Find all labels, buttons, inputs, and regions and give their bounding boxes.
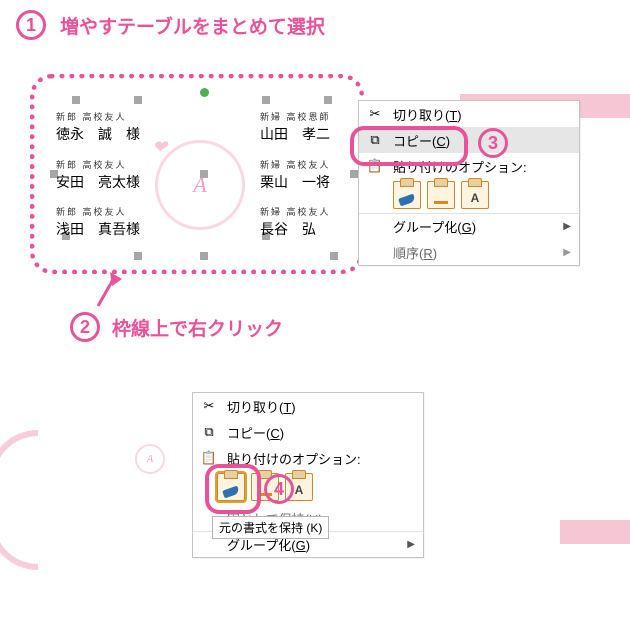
callout-number-1: 1 [16, 10, 46, 40]
resize-handle[interactable] [200, 252, 208, 260]
menu-item-copy[interactable]: ⧉ コピー(C) [359, 127, 579, 153]
decorative-band [560, 520, 630, 544]
guest-name: 新婦 高校恩師 山田 孝二 [260, 110, 331, 144]
resize-handle[interactable] [72, 96, 80, 104]
paste-option-text-only[interactable]: A [461, 181, 489, 209]
guest-name: 新郎 高校友人 徳永 誠 様 [56, 110, 140, 144]
guest-role: 新郎 高校友人 [56, 110, 140, 123]
guest-role: 新郎 高校友人 [56, 205, 140, 218]
menu-item-paste-options: 📋 貼り付けのオプション: [193, 445, 423, 471]
context-menu-1: ✂ 切り取り(T) ⧉ コピー(C) 📋 貼り付けのオプション: A グループ化… [358, 100, 580, 266]
resize-handle[interactable] [134, 252, 142, 260]
rotate-handle[interactable] [200, 88, 209, 97]
resize-handle[interactable] [350, 170, 358, 178]
guest-role: 新婦 高校恩師 [260, 110, 331, 123]
resize-handle[interactable] [134, 96, 142, 104]
menu-item-cut[interactable]: ✂ 切り取り(T) [193, 393, 423, 419]
logo-watermark-small: A [135, 444, 165, 474]
scissors-icon: ✂ [199, 397, 219, 415]
guest-role: 新婦 高校友人 [260, 205, 331, 218]
callout-number-2: 2 [70, 312, 100, 342]
copy-icon: ⧉ [365, 131, 385, 149]
guest-name: 新婦 高校友人 長谷 弘 [260, 205, 331, 239]
menu-item-paste-options: 📋 貼り付けのオプション: [359, 153, 579, 179]
callout-text-2: 枠線上で右クリック [112, 314, 283, 341]
guest-role: 新郎 高校友人 [56, 158, 140, 171]
paste-option-keep-source[interactable] [217, 473, 245, 501]
group-icon [365, 218, 385, 236]
chevron-right-icon: ▶ [563, 247, 571, 258]
decorative-swirl [0, 430, 38, 570]
menu-item-copy[interactable]: ⧉ コピー(C) [193, 419, 423, 445]
heart-icon: ❤ [152, 137, 167, 158]
callout-text-1: 増やすテーブルをまとめて選択 [60, 12, 325, 39]
resize-handle[interactable] [200, 170, 208, 178]
guest-role: 新婦 高校友人 [260, 158, 331, 171]
paste-options-row: A [193, 471, 423, 505]
arrow-to-step2 [90, 276, 130, 316]
callout-number-4: 4 [264, 474, 294, 504]
menu-item-group[interactable]: グループ化(G) ▶ [359, 213, 579, 239]
menu-item-cut[interactable]: ✂ 切り取り(T) [359, 101, 579, 127]
tooltip-keep-source-format: 元の書式を保持 (K) [212, 516, 329, 539]
logo-watermark: A ❤ [155, 140, 245, 230]
paste-options-row: A [359, 179, 579, 213]
chevron-right-icon: ▶ [563, 221, 571, 232]
menu-item-order[interactable]: 順序(R) ▶ [359, 239, 579, 265]
guest-name: 新郎 高校友人 浅田 真吾様 [56, 205, 140, 239]
chevron-right-icon: ▶ [407, 539, 415, 550]
clipboard-icon: 📋 [365, 157, 385, 175]
copy-icon: ⧉ [199, 423, 219, 441]
clipboard-icon: 📋 [199, 449, 219, 467]
paste-option-keep-source[interactable] [393, 181, 421, 209]
guest-name: 新婦 高校友人 栗山 一将 [260, 158, 331, 192]
callout-number-3: 3 [478, 128, 508, 158]
resize-handle[interactable] [324, 96, 332, 104]
resize-handle[interactable] [330, 252, 338, 260]
paste-option-merge[interactable] [427, 181, 455, 209]
scissors-icon: ✂ [365, 105, 385, 123]
resize-handle[interactable] [262, 96, 270, 104]
guest-name: 新郎 高校友人 安田 亮太様 [56, 158, 140, 192]
